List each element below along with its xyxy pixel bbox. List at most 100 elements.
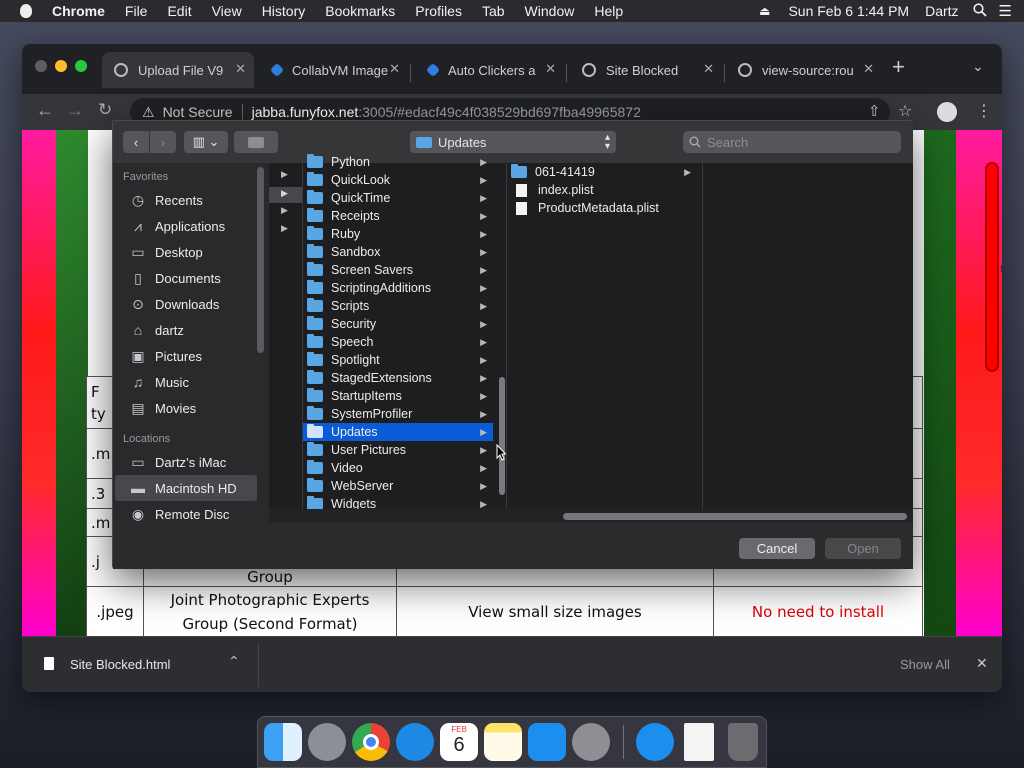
zoom-window-button[interactable] bbox=[75, 60, 87, 72]
menu-view[interactable]: View bbox=[212, 3, 242, 19]
trash-icon[interactable] bbox=[728, 723, 758, 761]
forward-button[interactable]: → bbox=[66, 100, 84, 121]
launchpad-icon[interactable] bbox=[308, 723, 346, 761]
sidebar-item-movies[interactable]: ▤ Movies bbox=[129, 395, 196, 421]
system-preferences-icon[interactable] bbox=[572, 723, 610, 761]
tab-search-chevron-icon[interactable]: ⌄ bbox=[972, 58, 984, 75]
bookmark-star-icon[interactable]: ☆ bbox=[898, 101, 912, 121]
share-icon[interactable]: ⇧ bbox=[868, 102, 881, 120]
finder-icon[interactable] bbox=[264, 723, 302, 761]
folder-row[interactable]: User Pictures ▶ bbox=[303, 441, 493, 459]
menu-window[interactable]: Window bbox=[525, 3, 575, 19]
notes-icon[interactable] bbox=[484, 723, 522, 761]
sidebar-scrollbar[interactable] bbox=[257, 167, 264, 353]
chrome-icon[interactable] bbox=[352, 723, 390, 761]
close-tab-icon[interactable]: ✕ bbox=[235, 61, 246, 77]
folder-row[interactable]: StartupItems ▶ bbox=[303, 387, 493, 405]
close-tab-icon[interactable]: ✕ bbox=[389, 61, 400, 77]
apple-icon[interactable] bbox=[20, 4, 32, 18]
spotlight-search-icon[interactable] bbox=[972, 2, 987, 20]
menu-history[interactable]: History bbox=[262, 3, 306, 19]
folder-row[interactable]: SystemProfiler ▶ bbox=[303, 405, 493, 423]
menu-profiles[interactable]: Profiles bbox=[415, 3, 462, 19]
folder-row[interactable]: Video ▶ bbox=[303, 459, 493, 477]
close-tab-icon[interactable]: ✕ bbox=[703, 61, 714, 77]
folder-row[interactable]: Screen Savers ▶ bbox=[303, 261, 493, 279]
new-tab-button[interactable]: + bbox=[892, 56, 905, 78]
forward-nav-button[interactable]: › bbox=[150, 131, 176, 153]
minimize-window-button[interactable] bbox=[55, 60, 67, 72]
sidebar-item-pictures[interactable]: ▣ Pictures bbox=[129, 343, 202, 369]
folder-row[interactable]: Ruby ▶ bbox=[303, 225, 493, 243]
menu-edit[interactable]: Edit bbox=[167, 3, 191, 19]
menubar-user[interactable]: Dartz bbox=[925, 3, 958, 19]
tab-site-blocked[interactable]: Site Blocked ✕ bbox=[570, 52, 722, 88]
sidebar-item-dartz[interactable]: ⌂ dartz bbox=[129, 317, 184, 343]
page-scrollbar[interactable] bbox=[985, 162, 999, 372]
folder-row[interactable]: QuickLook ▶ bbox=[303, 171, 493, 189]
calendar-icon[interactable]: FEB 6 bbox=[440, 723, 478, 761]
download-item[interactable]: Site Blocked.html bbox=[70, 657, 170, 672]
folder-row[interactable]: QuickTime ▶ bbox=[303, 189, 493, 207]
search-field[interactable]: Search bbox=[683, 131, 901, 153]
close-window-button[interactable] bbox=[35, 60, 47, 72]
sidebar-item-recents[interactable]: ◷ Recents bbox=[129, 187, 203, 213]
tab-auto-clickers[interactable]: Auto Clickers a ✕ bbox=[414, 52, 564, 88]
more-menu-icon[interactable]: ⋮ bbox=[976, 101, 992, 121]
close-tab-icon[interactable]: ✕ bbox=[545, 61, 556, 77]
column-2-scrollbar[interactable] bbox=[499, 377, 505, 495]
folder-row[interactable]: Receipts ▶ bbox=[303, 207, 493, 225]
folder-row[interactable]: StagedExtensions ▶ bbox=[303, 369, 493, 387]
folder-row[interactable]: ScriptingAdditions ▶ bbox=[303, 279, 493, 297]
new-folder-button[interactable] bbox=[234, 131, 278, 153]
eject-icon[interactable]: ⏏ bbox=[759, 4, 770, 18]
horizontal-scrollbar[interactable] bbox=[563, 513, 907, 520]
html-file-icon[interactable] bbox=[684, 723, 714, 761]
sidebar-item-applications[interactable]: ⩘ Applications bbox=[129, 213, 225, 239]
menubar-clock[interactable]: Sun Feb 6 1:44 PM bbox=[788, 3, 909, 19]
sidebar-item-documents[interactable]: ▯ Documents bbox=[129, 265, 221, 291]
folder-row[interactable]: Spotlight ▶ bbox=[303, 351, 493, 369]
menu-file[interactable]: File bbox=[125, 3, 148, 19]
close-downloads-icon[interactable]: ✕ bbox=[976, 655, 988, 672]
file-row[interactable]: index.plist bbox=[507, 181, 697, 199]
folder-row[interactable]: WebServer ▶ bbox=[303, 477, 493, 495]
menu-help[interactable]: Help bbox=[594, 3, 623, 19]
menu-bookmarks[interactable]: Bookmarks bbox=[325, 3, 395, 19]
location-popup[interactable]: Updates ▴ ▾ bbox=[410, 131, 616, 153]
reload-button[interactable]: ↻ bbox=[98, 100, 112, 120]
tab-view-source[interactable]: view-source:rou ✕ bbox=[726, 52, 882, 88]
back-nav-button[interactable]: ‹ bbox=[123, 131, 149, 153]
sidebar-item-downloads[interactable]: ⊙ Downloads bbox=[129, 291, 219, 317]
close-tab-icon[interactable]: ✕ bbox=[863, 61, 874, 77]
app-store-icon[interactable] bbox=[528, 723, 566, 761]
tab-upload-file[interactable]: Upload File V9 ✕ bbox=[102, 52, 254, 88]
folder-row[interactable]: Security ▶ bbox=[303, 315, 493, 333]
menu-tab[interactable]: Tab bbox=[482, 3, 505, 19]
folder-icon bbox=[307, 154, 323, 168]
profile-avatar-icon[interactable] bbox=[937, 102, 957, 122]
view-mode-button[interactable]: ▥ ⌄ bbox=[184, 131, 228, 153]
sidebar-item-music[interactable]: ♫ Music bbox=[129, 369, 189, 395]
sidebar-item-macintosh-hd[interactable]: ▬ Macintosh HD bbox=[115, 475, 257, 501]
back-button[interactable]: ← bbox=[36, 100, 54, 121]
sidebar-item-desktop[interactable]: ▭ Desktop bbox=[129, 239, 202, 265]
cancel-button[interactable]: Cancel bbox=[739, 538, 815, 559]
folder-row[interactable]: Scripts ▶ bbox=[303, 297, 493, 315]
show-all-button[interactable]: Show All bbox=[900, 657, 950, 672]
sidebar-item-imac[interactable]: ▭ Dartz’s iMac bbox=[129, 449, 226, 475]
control-center-icon[interactable]: ☰ bbox=[999, 2, 1012, 20]
folder-row[interactable]: Python ▶ bbox=[303, 153, 493, 171]
folder-row[interactable]: Sandbox ▶ bbox=[303, 243, 493, 261]
tab-collabvm[interactable]: CollabVM Image ✕ bbox=[258, 52, 408, 88]
file-row[interactable]: ProductMetadata.plist bbox=[507, 199, 697, 217]
folder-row[interactable]: 061-41419 ▶ bbox=[507, 163, 697, 181]
menu-chrome[interactable]: Chrome bbox=[52, 3, 105, 19]
open-button[interactable]: Open bbox=[825, 538, 901, 559]
safari-icon[interactable] bbox=[396, 723, 434, 761]
security-status[interactable]: Not Secure bbox=[163, 104, 233, 120]
downloads-stack-icon[interactable] bbox=[636, 723, 674, 761]
folder-row[interactable]: Speech ▶ bbox=[303, 333, 493, 351]
folder-row[interactable]: Updates ▶ bbox=[303, 423, 493, 441]
download-options-chevron-icon[interactable]: ⌃ bbox=[228, 653, 240, 670]
